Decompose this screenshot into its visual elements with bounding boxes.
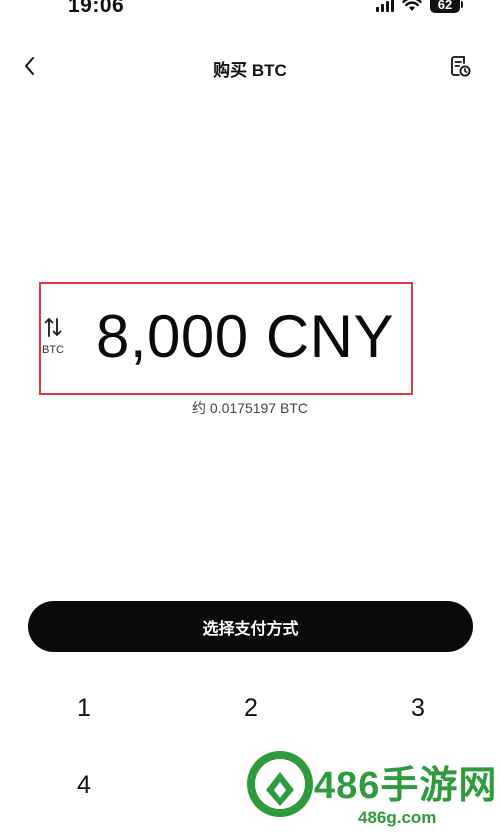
status-bar: 19:06 62 <box>0 0 500 22</box>
wifi-icon <box>402 0 422 11</box>
status-icons: 62 <box>376 0 463 13</box>
currency-swap-button[interactable]: BTC <box>38 316 68 362</box>
order-history-icon[interactable] <box>448 54 472 78</box>
approx-crypto-amount: 约 0.0175197 BTC <box>192 400 308 416</box>
watermark-logo-icon <box>247 751 313 817</box>
watermark-url: 486g.com <box>358 808 437 827</box>
keypad-key-2[interactable]: 2 <box>201 686 301 730</box>
keypad-key-3[interactable]: 3 <box>368 686 468 730</box>
keypad-key-1[interactable]: 1 <box>34 686 134 730</box>
keypad-key-4[interactable]: 4 <box>34 763 134 807</box>
status-time: 19:06 <box>68 0 125 17</box>
nav-bar: 购买 BTC <box>0 48 500 86</box>
page-title: 购买 BTC <box>213 61 287 80</box>
swap-arrows-icon <box>44 318 62 337</box>
cellular-signal-icon <box>376 0 394 12</box>
swap-currency-label: BTC <box>42 344 64 356</box>
site-watermark: 486手游网 486g.com <box>244 744 500 840</box>
select-payment-method-button[interactable]: 选择支付方式 <box>28 601 473 652</box>
battery-indicator: 62 <box>430 0 463 13</box>
watermark-text: 486手游网 <box>314 765 498 807</box>
amount-display[interactable]: 8,000 CNY <box>96 302 394 371</box>
